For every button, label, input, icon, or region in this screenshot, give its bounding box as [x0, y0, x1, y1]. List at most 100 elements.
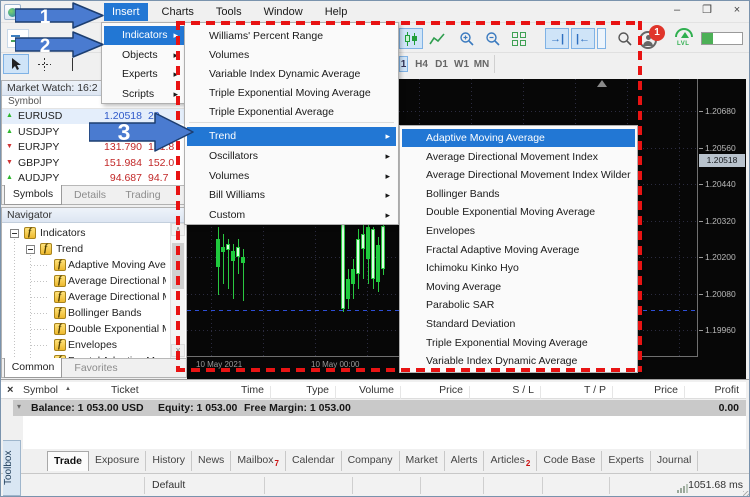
trend-menu-item[interactable]: Standard Deviation	[402, 315, 635, 333]
menu-insert[interactable]: Insert	[104, 3, 148, 21]
trend-menu-item[interactable]: Average Directional Movement Index	[402, 148, 635, 166]
indicator-recent-item[interactable]: Triple Exponential Moving Average	[187, 84, 396, 103]
minimize-button[interactable]: –	[669, 3, 685, 18]
column-symbol[interactable]: Symbol	[8, 96, 41, 107]
resize-grip[interactable]	[743, 491, 749, 497]
market-watch-tab-symbols[interactable]: Symbols	[4, 185, 62, 205]
shift-end-icon[interactable]: →|	[545, 28, 569, 49]
toolbox-tab-alerts[interactable]: Alerts	[445, 451, 485, 471]
insert-menu: Indicators▸Objects▸Experts▸Scripts▸	[101, 22, 187, 104]
toolbox-tab-articles[interactable]: Articles2	[484, 451, 537, 471]
table-column-time[interactable]: Time	[194, 384, 264, 396]
tile-windows-icon[interactable]	[507, 28, 531, 49]
indicator-recent-item[interactable]: Triple Exponential Average	[187, 103, 396, 122]
table-column-price[interactable]: Price	[393, 384, 463, 396]
sort-ascending-icon[interactable]: ▲	[65, 386, 71, 392]
indicator-recent-item[interactable]: Williams' Percent Range	[187, 27, 396, 46]
toolbox-tab-journal[interactable]: Journal	[651, 451, 698, 471]
search-icon[interactable]	[613, 28, 637, 49]
auto-scroll-icon[interactable]: |←	[571, 28, 595, 49]
profile-name[interactable]: Default	[152, 479, 185, 491]
navigator-tab-common[interactable]: Common	[4, 358, 62, 378]
tree-expander-icon[interactable]	[26, 245, 35, 254]
line-chart-icon[interactable]	[425, 28, 449, 49]
trend-menu-item[interactable]: Bollinger Bands	[402, 185, 635, 203]
navigator-tree-item[interactable]: fBollinger Bands	[2, 306, 170, 321]
market-watch-row[interactable]: ▲AUDJPY94.68794.7	[2, 171, 186, 185]
step-1-number: 1	[40, 7, 51, 28]
menu-tools[interactable]: Tools	[208, 3, 250, 21]
trend-menu-item[interactable]: Envelopes	[402, 222, 635, 240]
toolbox-tab-trade[interactable]: Trade	[47, 451, 89, 471]
toolbox-close-icon[interactable]: ×	[7, 384, 13, 396]
tree-expander-icon[interactable]	[10, 229, 19, 238]
partial-toolbar-icon[interactable]	[597, 28, 606, 49]
toolbox-tab-news[interactable]: News	[192, 451, 231, 471]
trend-menu-item[interactable]: Fractal Adaptive Moving Average	[402, 241, 635, 259]
navigator-tree-item[interactable]: fAverage Directional Movement Index Wild…	[2, 290, 170, 305]
toolbox-tab-experts[interactable]: Experts	[602, 451, 651, 471]
navigator-tree-item[interactable]: fDouble Exponential Moving Average	[2, 322, 170, 337]
navigator-tree-item[interactable]: fIndicators	[2, 226, 170, 241]
trend-menu-item[interactable]: Adaptive Moving Average	[402, 129, 635, 147]
navigator-tree-item[interactable]: fTrend	[2, 242, 170, 257]
navigator-tree-item[interactable]: fEnvelopes	[2, 338, 170, 353]
insert-menu-item-objects[interactable]: Objects▸	[104, 46, 184, 65]
zoom-out-icon[interactable]	[481, 28, 505, 49]
trend-menu-item[interactable]: Moving Average	[402, 278, 635, 296]
indicator-group-custom[interactable]: Custom▸	[187, 206, 396, 225]
timeframe-mn[interactable]: MN	[472, 56, 491, 72]
toolbox-tab-code-base[interactable]: Code Base	[537, 451, 602, 471]
toolbox-tab-history[interactable]: History	[146, 451, 192, 471]
toolbox-side-tab[interactable]: Toolbox	[3, 440, 21, 496]
indicator-group-volumes[interactable]: Volumes▸	[187, 167, 396, 186]
close-button[interactable]: ×	[729, 3, 745, 18]
zoom-in-icon[interactable]	[455, 28, 479, 49]
toolbox-tab-calendar[interactable]: Calendar	[286, 451, 342, 471]
timeframe-d1[interactable]: D1	[432, 56, 451, 72]
indicator-group-trend[interactable]: Trend▸	[187, 127, 396, 146]
trend-menu-item[interactable]: Parabolic SAR	[402, 296, 635, 314]
table-column-sl[interactable]: S / L	[464, 384, 534, 396]
insert-menu-item-experts[interactable]: Experts▸	[104, 65, 184, 84]
toolbox-tab-exposure[interactable]: Exposure	[89, 451, 146, 471]
toolbox-tab-company[interactable]: Company	[342, 451, 400, 471]
notification-badge[interactable]: 1	[649, 25, 665, 41]
table-column-ticket[interactable]: Ticket	[111, 384, 139, 396]
balance-row[interactable]: ▾ Balance: 1 053.00 USD Equity: 1 053.00…	[13, 400, 746, 416]
table-column-symbol[interactable]: Symbol	[23, 384, 58, 396]
market-watch-tab-details[interactable]: Details	[64, 186, 116, 205]
navigator-tree-item[interactable]: fAdaptive Moving Average	[2, 258, 170, 273]
indicator-group-oscillators[interactable]: Oscillators▸	[187, 147, 396, 166]
timeframe-1[interactable]: 1	[399, 56, 408, 72]
menu-help[interactable]: Help	[317, 3, 356, 21]
market-watch-row[interactable]: ▼GBPJPY151.984152.0	[2, 156, 186, 171]
toolbox-tab-market[interactable]: Market	[400, 451, 445, 471]
menu-charts[interactable]: Charts	[154, 3, 202, 21]
insert-menu-item-scripts[interactable]: Scripts▸	[104, 85, 184, 104]
insert-menu-item-indicators[interactable]: Indicators▸	[104, 26, 184, 45]
navigator-tree-item[interactable]: fAverage Directional Movement Index	[2, 274, 170, 289]
indicator-group-bill-williams[interactable]: Bill Williams▸	[187, 186, 396, 205]
restore-button[interactable]: ❐	[699, 3, 715, 18]
trend-menu-item[interactable]: Ichimoku Kinko Hyo	[402, 259, 635, 277]
navigator-tab-favorites[interactable]: Favorites	[64, 359, 128, 378]
timeframe-h4[interactable]: H4	[412, 56, 431, 72]
collapse-icon[interactable]: ▾	[17, 402, 21, 411]
candlestick-chart-icon[interactable]	[399, 28, 423, 49]
timeframe-w1[interactable]: W1	[452, 56, 471, 72]
price-axis-tick	[699, 330, 703, 331]
table-column-tp[interactable]: T / P	[536, 384, 606, 396]
indicator-recent-item[interactable]: Variable Index Dynamic Average	[187, 65, 396, 84]
trend-menu-item[interactable]: Double Exponential Moving Average	[402, 203, 635, 221]
lvl-indicator-icon[interactable]: LVL	[673, 28, 697, 50]
menu-window[interactable]: Window	[256, 3, 311, 21]
indicator-recent-item[interactable]: Volumes	[187, 46, 396, 65]
table-column-price[interactable]: Price	[608, 384, 678, 396]
up-arrow-icon: ▲	[6, 112, 13, 119]
market-watch-tab-trading[interactable]: Trading	[118, 186, 168, 205]
table-column-profit[interactable]: Profit	[669, 384, 739, 396]
toolbox-tab-mailbox[interactable]: Mailbox7	[231, 451, 286, 471]
trend-menu-item[interactable]: Average Directional Movement Index Wilde…	[402, 166, 635, 184]
trend-menu-item[interactable]: Triple Exponential Moving Average	[402, 334, 635, 352]
